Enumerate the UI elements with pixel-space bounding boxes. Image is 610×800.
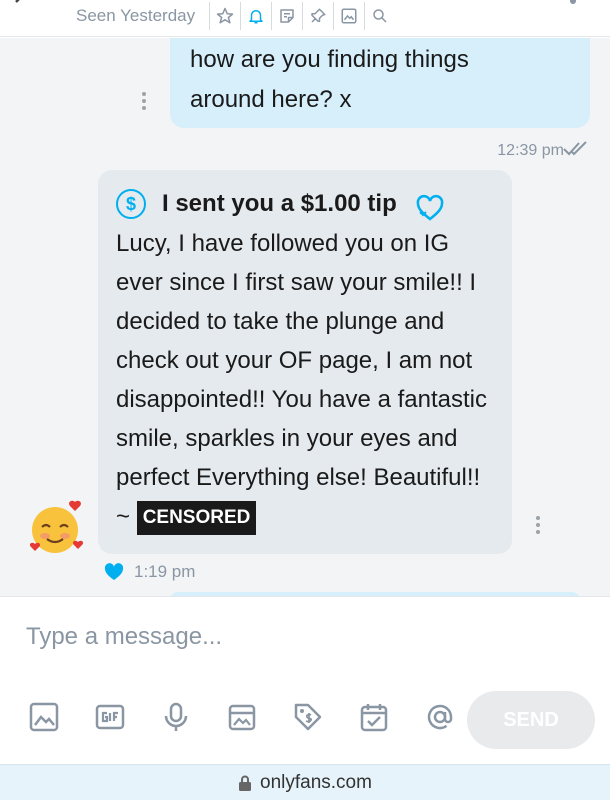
heart-outline-icon[interactable] — [415, 194, 445, 222]
notifications-button[interactable] — [240, 2, 271, 30]
outgoing-message-bubble: how are you finding things around here? … — [170, 38, 590, 128]
outgoing-message-time: 12:39 pm — [497, 142, 564, 159]
gif-icon — [95, 704, 125, 730]
browser-url-bar[interactable]: onlyfans.com — [0, 764, 610, 800]
gif-button[interactable] — [92, 699, 128, 735]
read-receipt-icon — [563, 141, 587, 156]
notes-button[interactable] — [271, 2, 302, 30]
note-icon — [280, 9, 294, 23]
search-icon — [373, 9, 387, 23]
mention-button[interactable] — [422, 699, 458, 735]
gallery-button[interactable] — [333, 2, 364, 30]
voice-message-button[interactable] — [158, 699, 194, 735]
tip-header: $ I sent you a $1.00 tip — [116, 184, 498, 224]
seen-status: Seen Yesterday — [76, 6, 196, 25]
mention-icon — [427, 704, 453, 730]
tip-title: I sent you a $1.00 tip — [162, 190, 397, 217]
incoming-message-body: Lucy, I have followed you on IG ever sin… — [116, 230, 487, 530]
send-button[interactable]: SEND — [467, 691, 595, 749]
url-text: onlyfans.com — [260, 771, 372, 793]
lock-icon — [239, 775, 252, 791]
message-input[interactable] — [26, 619, 586, 655]
header-toolbar — [209, 2, 395, 30]
composer-toolbar — [26, 699, 488, 735]
chat-header: Seen Yesterday — [0, 0, 610, 37]
search-button[interactable] — [364, 2, 395, 30]
set-price-button[interactable] — [290, 699, 326, 735]
image-icon — [341, 8, 357, 24]
microphone-icon — [164, 702, 188, 731]
back-arrow-icon[interactable] — [12, 0, 26, 6]
schedule-icon — [360, 704, 388, 732]
attach-media-button[interactable] — [26, 699, 62, 735]
price-tag-icon — [294, 703, 322, 731]
image-icon — [29, 702, 59, 732]
outgoing-message-menu-icon[interactable] — [142, 92, 146, 110]
incoming-tip-message-bubble: $ I sent you a $1.00 tip Lucy, I have fo… — [98, 170, 512, 554]
vault-icon — [228, 704, 256, 731]
censored-label: CENSORED — [136, 500, 257, 535]
liked-heart-icon[interactable] — [104, 563, 124, 581]
message-composer: SEND — [0, 596, 610, 764]
incoming-message-menu-icon[interactable] — [536, 516, 540, 534]
incoming-message-text: Lucy, I have followed you on IG ever sin… — [116, 224, 498, 536]
vault-button[interactable] — [224, 699, 260, 735]
incoming-message-meta: 1:19 pm — [104, 562, 195, 582]
dollar-coin-icon: $ — [116, 189, 146, 219]
pin-button[interactable] — [302, 2, 333, 30]
incoming-message-time: 1:19 pm — [134, 562, 196, 581]
bell-icon — [249, 10, 263, 24]
schedule-button[interactable] — [356, 699, 392, 735]
outgoing-message-text: how are you finding things around here? … — [190, 46, 469, 113]
star-icon — [216, 7, 234, 24]
pin-icon — [311, 8, 326, 23]
favorite-button[interactable] — [209, 2, 240, 30]
more-options-icon[interactable] — [570, 0, 576, 4]
chat-thread[interactable]: how are you finding things around here? … — [0, 38, 610, 596]
smiling-face-with-hearts-emoji-icon[interactable] — [28, 498, 86, 556]
